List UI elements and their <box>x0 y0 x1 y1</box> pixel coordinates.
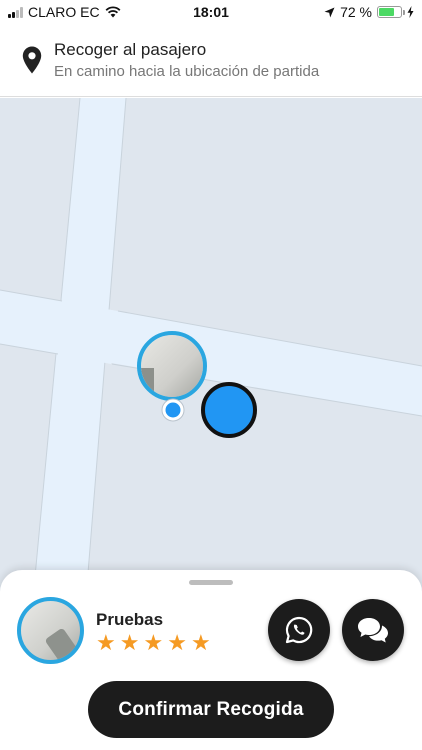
star-icon: ★ <box>167 630 187 655</box>
rating-stars: ★ ★ ★ ★ ★ <box>96 632 211 654</box>
star-icon: ★ <box>96 630 116 655</box>
map-pin-icon <box>22 46 42 74</box>
sheet-drag-handle[interactable] <box>189 580 233 585</box>
driver-marker <box>201 382 257 438</box>
map-view[interactable] <box>0 98 422 598</box>
header-title: Recoger al pasajero <box>54 40 207 59</box>
battery-level <box>379 8 395 16</box>
star-icon: ★ <box>119 630 140 655</box>
passenger-avatar <box>17 597 84 664</box>
battery-percent: 72 % <box>340 4 372 20</box>
trip-status-header: Recoger al pasajero En camino hacia la u… <box>0 24 422 97</box>
passenger-photo-marker[interactable] <box>137 331 207 401</box>
whatsapp-button[interactable] <box>268 599 330 661</box>
passenger-name: Pruebas <box>96 610 164 629</box>
header-subtitle: En camino hacia la ubicación de partida <box>54 63 320 80</box>
chat-bubbles-icon <box>358 618 388 643</box>
status-right: 72 % <box>324 4 414 20</box>
star-icon: ★ <box>143 630 164 655</box>
confirm-pickup-button[interactable]: Confirmar Recogida <box>88 681 334 738</box>
star-icon: ★ <box>190 630 211 655</box>
location-arrow-icon <box>324 7 335 17</box>
status-bar: CLARO EC 18:01 72 % <box>0 0 422 24</box>
charging-bolt-icon <box>407 6 414 18</box>
map-intersection <box>58 301 117 364</box>
passenger-sheet: Pruebas ★ ★ ★ ★ ★ Confirmar Recogida <box>0 570 422 750</box>
current-location-dot <box>161 398 185 422</box>
battery-icon <box>377 6 405 18</box>
whatsapp-icon <box>285 616 313 644</box>
map-canvas <box>0 98 422 598</box>
chat-button[interactable] <box>342 599 404 661</box>
